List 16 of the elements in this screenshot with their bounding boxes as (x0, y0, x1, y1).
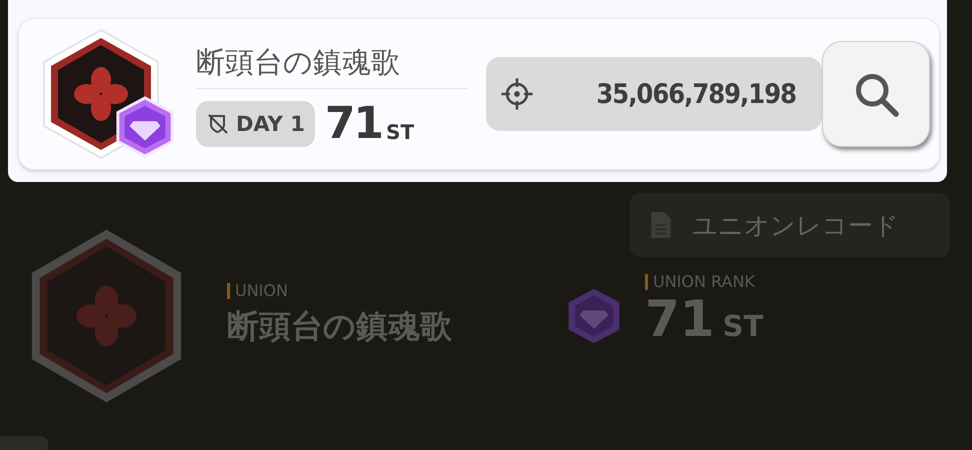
gem-badge-icon (114, 96, 176, 158)
union-rank-label: UNION RANK (645, 274, 764, 290)
union-name: 断頭台の鎮魂歌 (227, 306, 453, 347)
union-label: UNION (227, 283, 557, 299)
crossed-shield-icon (206, 112, 230, 136)
union-name: 断頭台の鎮魂歌 (196, 44, 401, 80)
search-button[interactable] (822, 41, 930, 147)
rank-suffix: ST (386, 118, 414, 146)
rank-number: 71 (324, 100, 382, 146)
rank-suffix: ST (722, 309, 764, 343)
union-record-button[interactable]: ユニオンレコード (630, 193, 950, 257)
target-icon (500, 77, 534, 111)
document-icon (650, 211, 672, 239)
score-field: 35,066,789,198 (486, 57, 822, 131)
rank-number: 71 (645, 290, 715, 348)
day-label: DAY 1 (236, 112, 305, 136)
